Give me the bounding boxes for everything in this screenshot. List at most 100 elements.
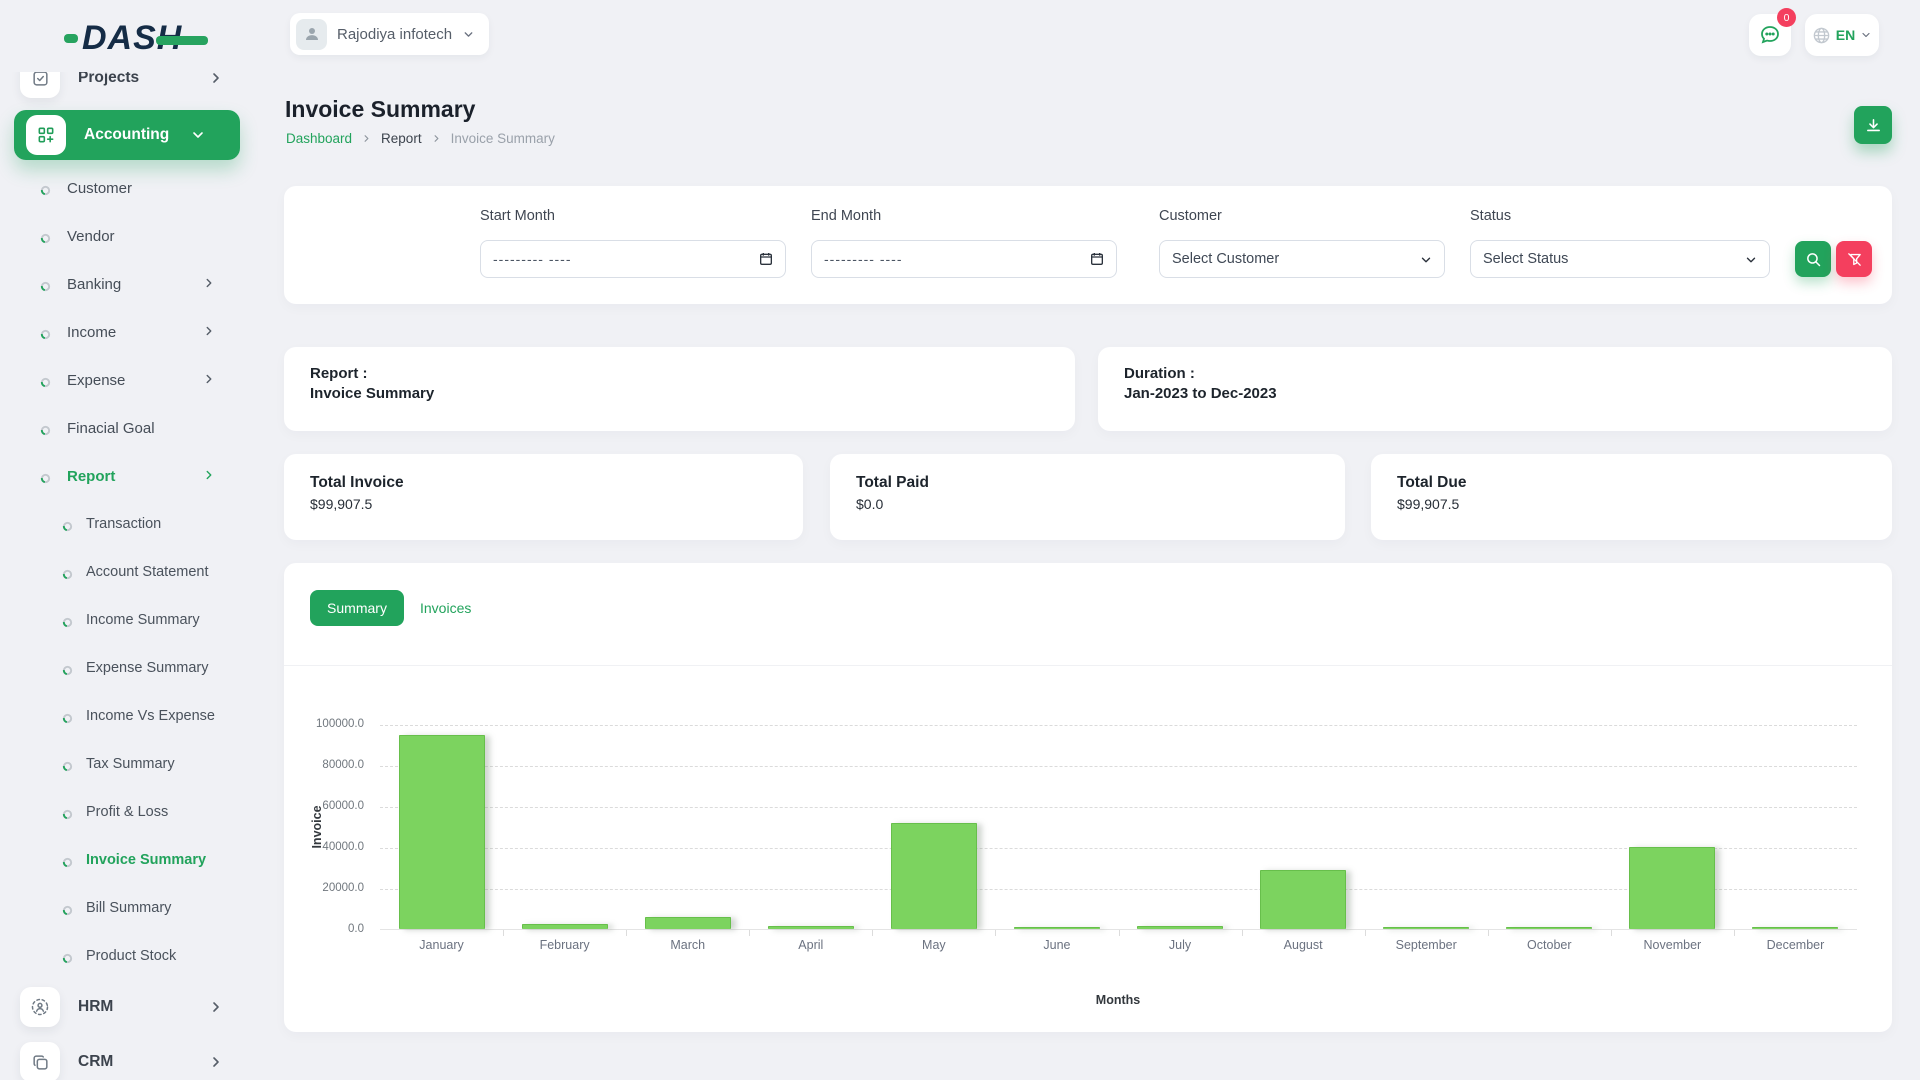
sidebar-module-accounting[interactable]: Accounting [14, 110, 240, 160]
sidebar-subitem-account-statement[interactable]: Account Statement [0, 552, 258, 592]
sidebar: Projects Accounting Customer Vendor Banking I… [0, 72, 258, 1080]
bar-october[interactable] [1506, 927, 1592, 929]
report-card: Report : Invoice Summary [284, 347, 1075, 431]
sidebar-module-hrm[interactable]: HRM [0, 982, 258, 1032]
bullet-icon [62, 855, 73, 873]
bar-january[interactable] [399, 735, 485, 929]
y-tick-label: 60000.0 [322, 800, 364, 812]
gridline [380, 766, 1857, 767]
download-button[interactable] [1854, 106, 1892, 144]
sidebar-module-crm[interactable]: CRM [0, 1037, 258, 1080]
company-selector[interactable]: Rajodiya infotech [290, 13, 489, 55]
sidebar-item-report[interactable]: Report [0, 456, 258, 496]
customer-label: Customer [1159, 208, 1222, 224]
language-selector[interactable]: EN [1805, 14, 1879, 56]
chevron-right-icon [202, 276, 216, 290]
bullet-icon [62, 663, 73, 681]
end-month-input[interactable] [811, 240, 1117, 278]
tab-summary[interactable]: Summary [310, 590, 404, 626]
axis-tick [1119, 930, 1120, 936]
end-month-label: End Month [811, 208, 881, 224]
bullet-icon [40, 183, 51, 201]
sidebar-subitem-expense-summary[interactable]: Expense Summary [0, 648, 258, 688]
page-title: Invoice Summary [285, 96, 475, 123]
x-tick-label: February [503, 938, 626, 952]
bullet-icon [62, 519, 73, 537]
total-due-label: Total Due [1397, 474, 1466, 492]
x-tick-label: October [1488, 938, 1611, 952]
total-paid-value: $0.0 [856, 496, 883, 512]
sidebar-subitem-income-summary[interactable]: Income Summary [0, 600, 258, 640]
status-select[interactable]: Select Status [1470, 240, 1770, 278]
bar-july[interactable] [1137, 926, 1223, 929]
reset-filter-button[interactable] [1836, 241, 1872, 277]
x-tick-label: January [380, 938, 503, 952]
bullet-icon [62, 807, 73, 825]
bar-december[interactable] [1752, 927, 1838, 929]
chevron-right-icon [431, 133, 442, 144]
start-month-label: Start Month [480, 208, 555, 224]
y-tick-label: 100000.0 [316, 718, 364, 730]
start-month-input[interactable] [480, 240, 786, 278]
chevron-right-icon [202, 468, 216, 482]
bullet-icon [62, 567, 73, 585]
chart-card: Summary Invoices Invoice Months 100000.0… [284, 563, 1892, 1032]
sidebar-subitem-profit-loss[interactable]: Profit & Loss [0, 792, 258, 832]
sidebar-subitem-tax-summary[interactable]: Tax Summary [0, 744, 258, 784]
sidebar-item-banking[interactable]: Banking [0, 264, 258, 304]
x-tick-label: May [872, 938, 995, 952]
sidebar-subitem-product-stock[interactable]: Product Stock [0, 936, 258, 976]
total-invoice-label: Total Invoice [310, 474, 404, 492]
x-tick-label: November [1611, 938, 1734, 952]
tabs-divider [284, 665, 1892, 666]
bullet-icon [62, 615, 73, 633]
sidebar-subitem-transaction[interactable]: Transaction [0, 504, 258, 544]
bar-february[interactable] [522, 924, 608, 929]
sidebar-subitem-invoice-summary[interactable]: Invoice Summary [0, 840, 258, 880]
sidebar-item-finacial-goal[interactable]: Finacial Goal [0, 408, 258, 448]
y-tick-label: 80000.0 [322, 759, 364, 771]
tab-invoices[interactable]: Invoices [420, 590, 471, 626]
x-tick-label: September [1365, 938, 1488, 952]
x-tick-label: April [749, 938, 872, 952]
messages-button[interactable]: 0 [1749, 14, 1791, 56]
filter-panel: Start Month End Month Customer Select Cu… [284, 186, 1892, 304]
duration-card-title: Duration : [1124, 365, 1195, 382]
axis-tick [503, 930, 504, 936]
x-tick-label: August [1242, 938, 1365, 952]
duration-card: Duration : Jan-2023 to Dec-2023 [1098, 347, 1892, 431]
bullet-icon [40, 471, 51, 489]
sidebar-module-projects[interactable]: Projects [0, 72, 258, 103]
bar-may[interactable] [891, 823, 977, 929]
search-icon [1805, 251, 1822, 268]
bar-march[interactable] [645, 917, 731, 929]
customer-select[interactable]: Select Customer [1159, 240, 1445, 278]
apply-filter-button[interactable] [1795, 241, 1831, 277]
sidebar-item-customer[interactable]: Customer [0, 168, 258, 208]
breadcrumb: Dashboard Report Invoice Summary [286, 131, 555, 146]
axis-tick [1488, 930, 1489, 936]
gridline [380, 807, 1857, 808]
sidebar-subitem-income-vs-expense[interactable]: Income Vs Expense [0, 696, 258, 736]
bullet-icon [40, 423, 51, 441]
chevron-down-icon [1860, 29, 1872, 41]
messages-badge: 0 [1777, 8, 1796, 27]
bar-april[interactable] [768, 926, 854, 929]
download-icon [1865, 117, 1882, 134]
bar-november[interactable] [1629, 847, 1715, 929]
company-avatar [296, 19, 327, 50]
sidebar-item-expense[interactable]: Expense [0, 360, 258, 400]
duration-card-value: Jan-2023 to Dec-2023 [1124, 385, 1277, 402]
bar-september[interactable] [1383, 927, 1469, 929]
x-tick-label: June [995, 938, 1118, 952]
app-screen: DASH ProjectsAccountingCustomerVendorBan… [0, 0, 1920, 1080]
sidebar-subitem-bill-summary[interactable]: Bill Summary [0, 888, 258, 928]
breadcrumb-dashboard[interactable]: Dashboard [286, 131, 352, 146]
total-due-card: Total Due $99,907.5 [1371, 454, 1892, 540]
sidebar-item-income[interactable]: Income [0, 312, 258, 352]
company-name: Rajodiya infotech [337, 26, 452, 43]
breadcrumb-report[interactable]: Report [381, 131, 422, 146]
sidebar-item-vendor[interactable]: Vendor [0, 216, 258, 256]
bar-august[interactable] [1260, 870, 1346, 929]
bar-june[interactable] [1014, 927, 1100, 929]
